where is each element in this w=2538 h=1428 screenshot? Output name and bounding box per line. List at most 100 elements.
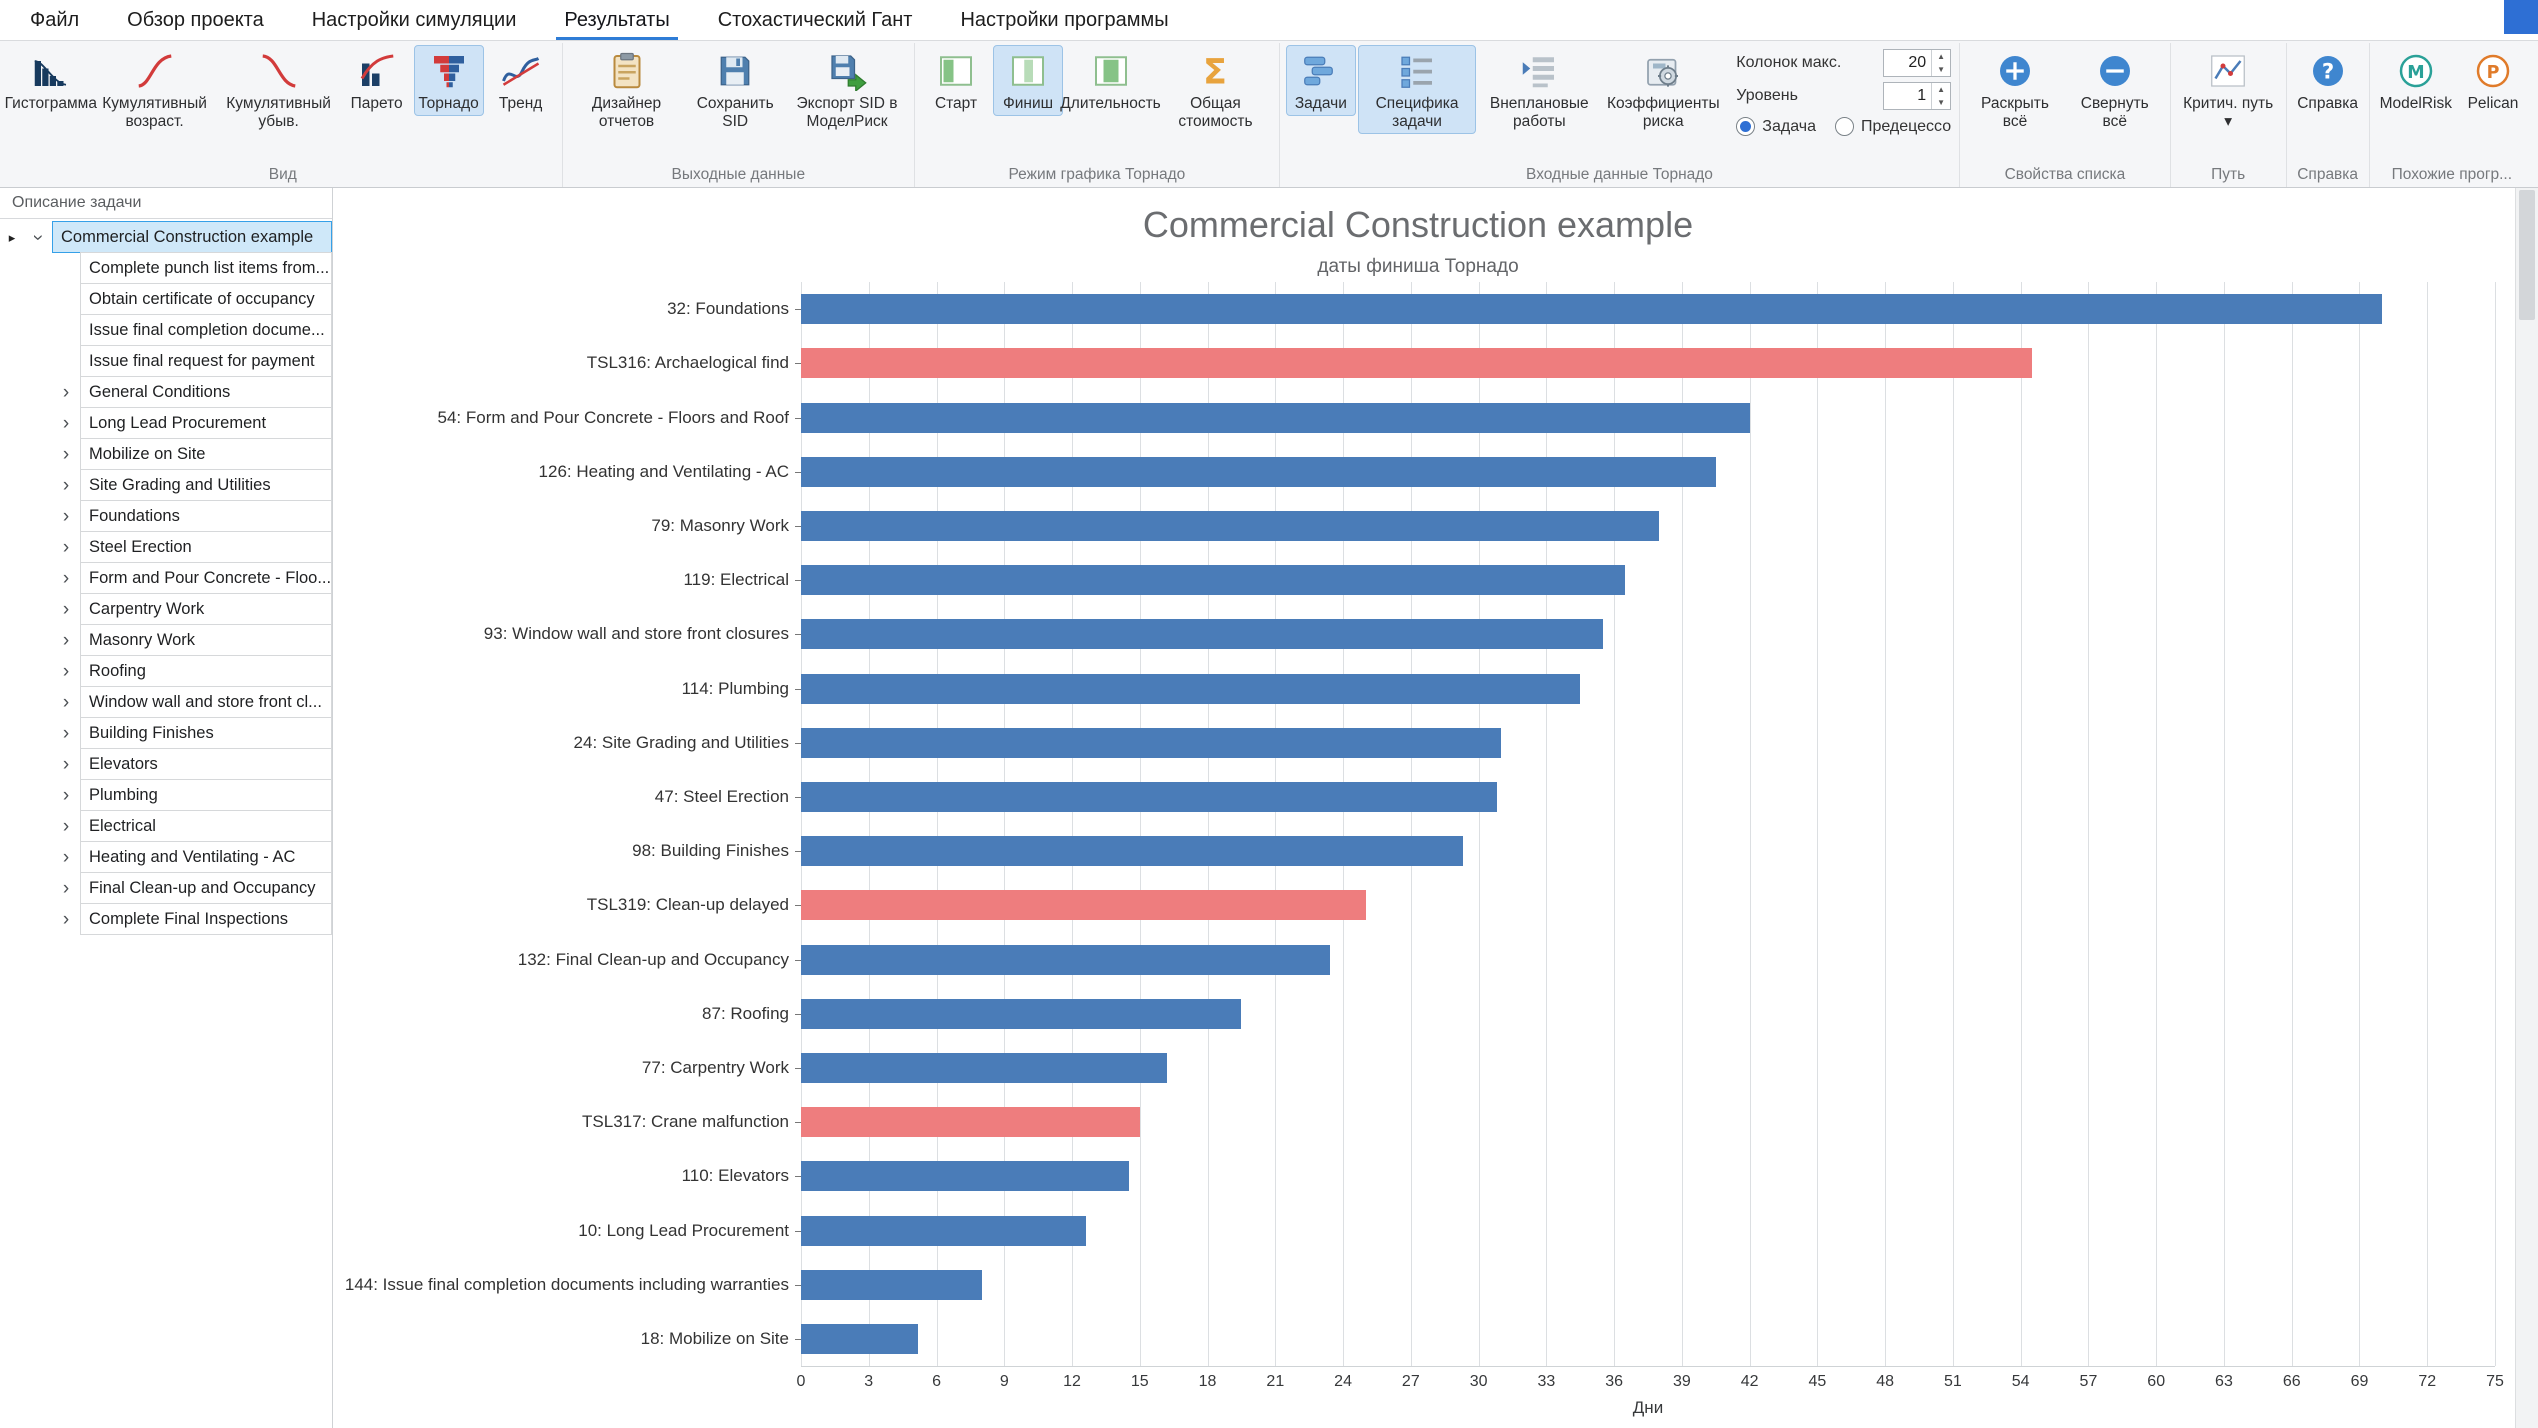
chevron-right-icon[interactable]: › bbox=[52, 501, 80, 532]
menu-tab-stochastic-gantt[interactable]: Стохастический Гант bbox=[694, 0, 937, 40]
report-designer-button[interactable]: Дизайнер отчетов bbox=[569, 45, 685, 134]
critical-path-button[interactable]: Критич. путь ▾ bbox=[2177, 45, 2280, 134]
chevron-right-icon[interactable]: › bbox=[52, 625, 80, 656]
tree-item[interactable]: ›Carpentry Work bbox=[0, 594, 332, 625]
chevron-right-icon[interactable]: › bbox=[52, 842, 80, 873]
spin-down-icon[interactable]: ▼ bbox=[1932, 96, 1950, 109]
tree-item-label[interactable]: Elevators bbox=[80, 748, 332, 780]
cumulative-descending-button[interactable]: Кумулятивный убыв. bbox=[218, 45, 340, 134]
tree-item-label[interactable]: Issue final request for payment bbox=[80, 345, 332, 377]
tree-item-label[interactable]: Form and Pour Concrete - Floo... bbox=[80, 562, 332, 594]
save-sid-button[interactable]: Сохранить SID bbox=[686, 45, 784, 134]
tornado-button[interactable]: Торнадо bbox=[414, 45, 484, 116]
max-columns-spinner[interactable]: 20▲▼ bbox=[1883, 49, 1951, 77]
help-button[interactable]: ?Справка bbox=[2293, 45, 2363, 116]
tree-item-label[interactable]: General Conditions bbox=[80, 376, 332, 408]
tree-item-label[interactable]: Issue final completion docume... bbox=[80, 314, 332, 346]
chevron-right-icon[interactable]: › bbox=[52, 749, 80, 780]
tree-item[interactable]: Issue final request for payment bbox=[0, 346, 332, 377]
level-spinner[interactable]: 1▲▼ bbox=[1883, 82, 1951, 110]
tree-item[interactable]: ›Final Clean-up and Occupancy bbox=[0, 873, 332, 904]
menu-tab-results[interactable]: Результаты bbox=[540, 0, 693, 40]
chevron-right-icon[interactable]: › bbox=[52, 811, 80, 842]
tree-item-label[interactable]: Window wall and store front cl... bbox=[80, 686, 332, 718]
total-cost-button[interactable]: ΣОбщая стоимость bbox=[1158, 45, 1273, 134]
chevron-right-icon[interactable]: › bbox=[52, 470, 80, 501]
tree-item-label[interactable]: Commercial Construction example bbox=[52, 221, 332, 253]
tree-item-label[interactable]: Roofing bbox=[80, 655, 332, 687]
tree-item-label[interactable]: Carpentry Work bbox=[80, 593, 332, 625]
tree-item[interactable]: Complete punch list items from... bbox=[0, 253, 332, 284]
tree-item-label[interactable]: Building Finishes bbox=[80, 717, 332, 749]
tree-item[interactable]: ›Complete Final Inspections bbox=[0, 904, 332, 935]
chevron-right-icon[interactable]: › bbox=[52, 594, 80, 625]
tree-item-label[interactable]: Electrical bbox=[80, 810, 332, 842]
tree-item-label[interactable]: Masonry Work bbox=[80, 624, 332, 656]
chevron-down-icon[interactable]: › bbox=[23, 224, 54, 252]
unplanned-work-button[interactable]: Внеплановые работы bbox=[1478, 45, 1600, 134]
tree-item[interactable]: ›Foundations bbox=[0, 501, 332, 532]
tree-item[interactable]: ›Masonry Work bbox=[0, 625, 332, 656]
tree-item-label[interactable]: Obtain certificate of occupancy bbox=[80, 283, 332, 315]
chevron-right-icon[interactable]: › bbox=[52, 780, 80, 811]
tree-item-label[interactable]: Final Clean-up and Occupancy bbox=[80, 872, 332, 904]
menu-tab-project-overview[interactable]: Обзор проекта bbox=[103, 0, 288, 40]
finish-button[interactable]: Финиш bbox=[993, 45, 1063, 116]
start-button[interactable]: Старт bbox=[921, 45, 991, 116]
tree-item[interactable]: ›Roofing bbox=[0, 656, 332, 687]
tree-item[interactable]: ▸›Commercial Construction example bbox=[0, 222, 332, 253]
risk-coefficients-button[interactable]: Коэффициенты риска bbox=[1602, 45, 1724, 134]
tree-item-label[interactable]: Site Grading and Utilities bbox=[80, 469, 332, 501]
pareto-button[interactable]: Парето bbox=[342, 45, 412, 116]
tree-item[interactable]: ›Plumbing bbox=[0, 780, 332, 811]
tree-item[interactable]: ›Site Grading and Utilities bbox=[0, 470, 332, 501]
tree-item-label[interactable]: Complete Final Inspections bbox=[80, 903, 332, 935]
vertical-scrollbar[interactable] bbox=[2515, 188, 2538, 1428]
chevron-right-icon[interactable]: › bbox=[52, 687, 80, 718]
chevron-right-icon[interactable]: › bbox=[52, 718, 80, 749]
tree-item[interactable]: ›Building Finishes bbox=[0, 718, 332, 749]
chevron-right-icon[interactable]: › bbox=[52, 377, 80, 408]
pelican-button[interactable]: PPelican bbox=[2458, 45, 2528, 116]
chevron-right-icon[interactable]: › bbox=[52, 408, 80, 439]
trend-button[interactable]: Тренд bbox=[486, 45, 556, 116]
tree-item[interactable]: ›Elevators bbox=[0, 749, 332, 780]
tree-item-label[interactable]: Heating and Ventilating - AC bbox=[80, 841, 332, 873]
chevron-right-icon[interactable]: › bbox=[52, 904, 80, 935]
tree-item-label[interactable]: Steel Erection bbox=[80, 531, 332, 563]
chevron-right-icon[interactable]: › bbox=[52, 532, 80, 563]
menu-tab-file[interactable]: Файл bbox=[6, 0, 103, 40]
titlebar-corner-button[interactable] bbox=[2504, 0, 2538, 34]
tree-item[interactable]: ›Steel Erection bbox=[0, 532, 332, 563]
scrollbar-thumb[interactable] bbox=[2519, 190, 2535, 320]
tree-item-label[interactable]: Mobilize on Site bbox=[80, 438, 332, 470]
duration-button[interactable]: Длительность bbox=[1065, 45, 1156, 116]
tree-item[interactable]: Issue final completion docume... bbox=[0, 315, 332, 346]
tree-item-label[interactable]: Long Lead Procurement bbox=[80, 407, 332, 439]
chevron-right-icon[interactable]: › bbox=[52, 563, 80, 594]
menu-tab-simulation-settings[interactable]: Настройки симуляции bbox=[288, 0, 541, 40]
tree-item[interactable]: ›Form and Pour Concrete - Floo... bbox=[0, 563, 332, 594]
tree-item[interactable]: ›General Conditions bbox=[0, 377, 332, 408]
chevron-right-icon[interactable]: › bbox=[52, 439, 80, 470]
spin-up-icon[interactable]: ▲ bbox=[1932, 50, 1950, 63]
tree-item-label[interactable]: Foundations bbox=[80, 500, 332, 532]
cumulative-ascending-button[interactable]: Кумулятивный возраст. bbox=[94, 45, 216, 134]
tree-item[interactable]: ›Electrical bbox=[0, 811, 332, 842]
tree-item-label[interactable]: Plumbing bbox=[80, 779, 332, 811]
expand-all-button[interactable]: Раскрыть всё bbox=[1966, 45, 2064, 134]
predecessor-radio[interactable] bbox=[1835, 117, 1854, 136]
tasks-button[interactable]: Задачи bbox=[1286, 45, 1356, 116]
modelrisk-button[interactable]: MModelRisk bbox=[2376, 45, 2456, 116]
tree-item[interactable]: ›Window wall and store front cl... bbox=[0, 687, 332, 718]
export-sid-modelrisk-button[interactable]: Экспорт SID в МоделРиск bbox=[786, 45, 908, 134]
chevron-right-icon[interactable]: › bbox=[52, 656, 80, 687]
tree-item[interactable]: ›Long Lead Procurement bbox=[0, 408, 332, 439]
tree-item[interactable]: ›Mobilize on Site bbox=[0, 439, 332, 470]
task-specifics-button[interactable]: Специфика задачи bbox=[1358, 45, 1476, 134]
collapse-all-button[interactable]: Свернуть всё bbox=[2066, 45, 2164, 134]
task-radio[interactable] bbox=[1736, 117, 1755, 136]
histogram-button[interactable]: Гистограмма bbox=[10, 45, 92, 116]
tree-item[interactable]: Obtain certificate of occupancy bbox=[0, 284, 332, 315]
tree-item[interactable]: ›Heating and Ventilating - AC bbox=[0, 842, 332, 873]
